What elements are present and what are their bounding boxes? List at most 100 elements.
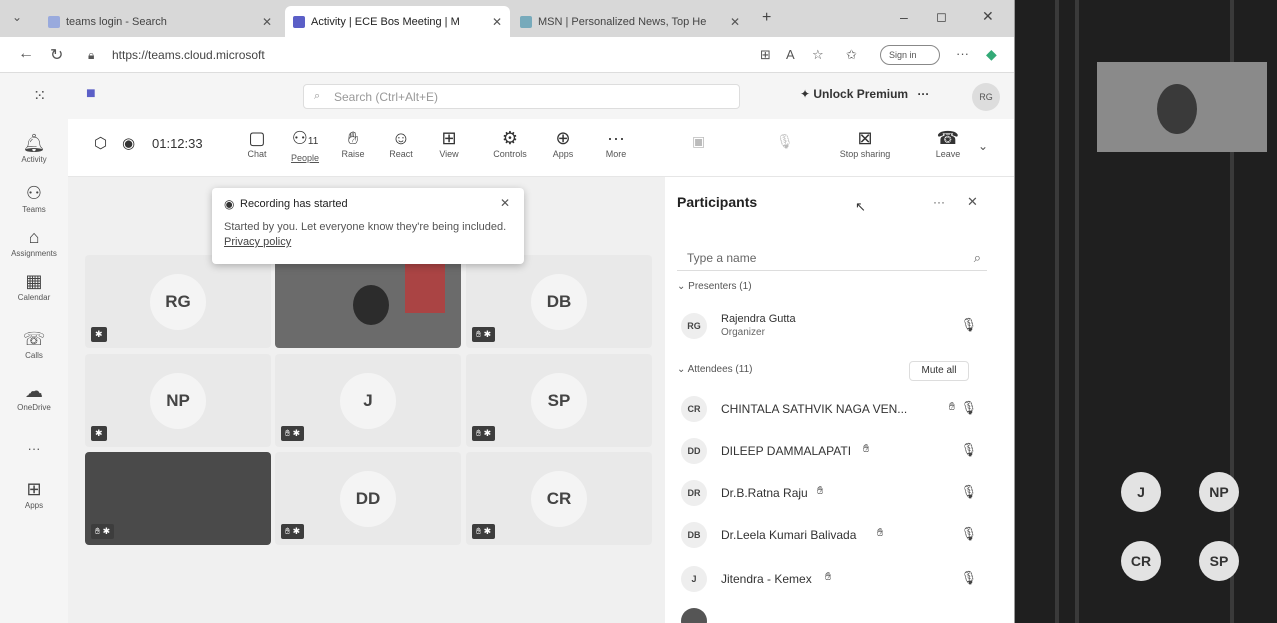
participant-tile-video[interactable]: ✋︎ ✱ — [85, 452, 271, 545]
rail-more-button[interactable]: ··· — [0, 441, 68, 456]
mute-all-button[interactable]: Mute all — [909, 361, 969, 381]
participant-circle[interactable]: CR — [1121, 541, 1161, 581]
hand-raised-icon: ✋︎ — [825, 571, 832, 583]
avatar: J — [681, 566, 707, 592]
participant-circle[interactable]: J — [1121, 472, 1161, 512]
react-button[interactable]: ☺ React — [379, 127, 423, 159]
rail-item-calls[interactable]: ☏ Calls — [0, 329, 68, 360]
shield-icon[interactable]: ⬡ — [94, 134, 107, 152]
collections-icon[interactable]: ✩ — [846, 47, 857, 63]
presenters-section[interactable]: ⌄ Presenters (1) — [677, 281, 752, 292]
rail-item-apps[interactable]: ⊞ Apps — [0, 479, 68, 510]
copilot-icon[interactable]: ◆ — [986, 46, 997, 63]
camera-icon[interactable]: ▣ — [692, 133, 705, 150]
close-icon[interactable]: ✕ — [500, 196, 510, 210]
participant-tile[interactable]: CR ✋︎ ✱ — [466, 452, 652, 545]
search-input[interactable]: ⌕ Search (Ctrl+Alt+E) — [303, 84, 740, 109]
app-launcher-icon[interactable]: ⁙ — [33, 86, 46, 106]
mic-off-icon[interactable]: 🎙︎ — [960, 400, 977, 416]
participant-row[interactable]: DD DILEEP DAMMALAPATI ✋︎ 🎙︎ — [677, 435, 987, 467]
url-field[interactable]: https://teams.cloud.microsoft — [112, 48, 265, 62]
more-button[interactable]: ··· More — [594, 127, 638, 159]
back-icon[interactable]: ← — [18, 45, 34, 63]
rail-item-teams[interactable]: ⚇ Teams — [0, 183, 68, 214]
sign-in-button[interactable]: Sign in — [880, 45, 940, 65]
raise-hand-button[interactable]: ✋︎ Raise — [331, 127, 375, 159]
lock-icon[interactable]: 🔒︎ — [88, 48, 94, 63]
read-aloud-icon[interactable]: ⊞ — [760, 47, 771, 63]
avatar: DR — [681, 480, 707, 506]
people-button[interactable]: ⚇11 People — [283, 127, 327, 163]
left-rail: 🔔︎ Activity ⚇ Teams ⌂ Assignments ▦ Calendar… — [0, 119, 68, 623]
rail-item-calendar[interactable]: ▦ Calendar — [0, 271, 68, 302]
participants-panel: Participants ↖ ··· ✕ Type a name ⌕ ⌄ Pre… — [665, 177, 1000, 623]
close-tab-icon[interactable]: ✕ — [492, 15, 502, 29]
refresh-icon[interactable]: ↻ — [50, 45, 63, 65]
attendees-label: Attendees (11) — [687, 364, 753, 375]
chat-button[interactable]: ▢ Chat — [235, 127, 279, 159]
browser-menu-icon[interactable]: ··· — [956, 46, 969, 61]
participant-tile[interactable]: RG ✱ — [85, 255, 271, 348]
hand-icon: ✋︎ — [347, 128, 359, 148]
tab-activity[interactable]: Activity | ECE Bos Meeting | M ✕ — [285, 6, 510, 37]
avatar[interactable]: RG — [972, 83, 1000, 111]
participant-circle[interactable]: NP — [1199, 472, 1239, 512]
new-tab-button[interactable]: + — [762, 9, 771, 27]
participant-row[interactable]: RG Rajendra Gutta Organizer 🎙︎ — [677, 310, 987, 342]
favorite-icon[interactable]: ☆ — [812, 47, 824, 63]
hand-raised-icon: ✋︎ — [817, 485, 824, 497]
participant-tile[interactable]: DB ✋︎ ✱ — [466, 255, 652, 348]
participant-tile[interactable]: SP ✋︎ ✱ — [466, 354, 652, 447]
participant-row[interactable]: J Jitendra - Kemex ✋︎ 🎙︎ — [677, 563, 987, 595]
hand-raised-icon: ✋︎ — [863, 443, 870, 455]
mic-icon[interactable]: 🎙︎ — [776, 133, 794, 150]
controls-button[interactable]: ⚙ Controls — [488, 127, 532, 159]
rail-label: OneDrive — [17, 403, 51, 412]
rail-item-activity[interactable]: 🔔︎ Activity — [0, 133, 68, 164]
participant-row[interactable]: DB Dr.Leela Kumari Balivada ✋︎ 🎙︎ — [677, 519, 987, 551]
mic-off-icon[interactable]: 🎙︎ — [960, 317, 977, 333]
panel-more-icon[interactable]: ··· — [933, 195, 945, 209]
participant-row[interactable]: CR CHINTALA SATHVIK NAGA VEN... ✋︎ 🎙︎ — [677, 393, 987, 425]
participant-row[interactable] — [677, 605, 987, 623]
rail-item-onedrive[interactable]: ☁ OneDrive — [0, 381, 68, 412]
mic-off-icon[interactable]: 🎙︎ — [960, 570, 977, 586]
participant-row[interactable]: DR Dr.B.Ratna Raju ✋︎ 🎙︎ — [677, 477, 987, 509]
tab-label: MSN | Personalized News, Top He — [538, 15, 707, 28]
controls-label: Controls — [493, 149, 527, 159]
tab-label: Activity | ECE Bos Meeting | M — [311, 15, 460, 28]
close-tab-icon[interactable]: ✕ — [730, 15, 740, 29]
avatar: CR — [681, 396, 707, 422]
mic-off-icon[interactable]: 🎙︎ — [960, 526, 977, 542]
mic-off-icon[interactable]: 🎙︎ — [960, 442, 977, 458]
teams-header: ⁙ ■ ⌕ Search (Ctrl+Alt+E) ✦ Unlock Premi… — [0, 73, 1014, 119]
participant-search-input[interactable]: Type a name ⌕ — [677, 245, 987, 271]
participant-tile-video[interactable] — [275, 255, 461, 348]
participant-tile[interactable]: J ✋︎ ✱ — [275, 354, 461, 447]
participant-circle[interactable]: SP — [1199, 541, 1239, 581]
attendees-section[interactable]: ⌄ Attendees (11) — [677, 364, 752, 375]
participant-tile[interactable]: NP ✱ — [85, 354, 271, 447]
tab-search[interactable]: teams login - Search ✕ — [40, 6, 280, 37]
unlock-premium-button[interactable]: ✦ Unlock Premium ··· — [800, 87, 929, 101]
chevron-down-icon: ⌄ — [677, 364, 688, 375]
more-icon[interactable]: ··· — [917, 87, 929, 101]
participant-tile[interactable]: DD ✋︎ ✱ — [275, 452, 461, 545]
chevron-down-icon[interactable]: ⌄ — [978, 139, 988, 153]
tab-msn[interactable]: MSN | Personalized News, Top He ✕ — [512, 6, 748, 37]
maximize-button[interactable]: ◻ — [936, 9, 947, 25]
stop-sharing-button[interactable]: ⊠ Stop sharing — [820, 127, 910, 159]
translate-icon[interactable]: A — [786, 47, 795, 62]
mic-off-icon[interactable]: 🎙︎ — [960, 484, 977, 500]
rail-item-assignments[interactable]: ⌂ Assignments — [0, 227, 68, 258]
leave-button[interactable]: ☎ Leave — [926, 127, 970, 159]
privacy-policy-link[interactable]: Privacy policy — [224, 236, 291, 248]
close-panel-icon[interactable]: ✕ — [967, 194, 978, 210]
close-tab-icon[interactable]: ✕ — [262, 15, 272, 29]
minimize-button[interactable]: – — [900, 9, 908, 25]
close-window-button[interactable]: ✕ — [982, 8, 994, 25]
tab-menu-icon[interactable]: ⌄ — [12, 10, 22, 24]
view-button[interactable]: ⊞ View — [427, 127, 471, 159]
divider — [1075, 0, 1079, 623]
apps-button[interactable]: ⊕ Apps — [541, 127, 585, 159]
